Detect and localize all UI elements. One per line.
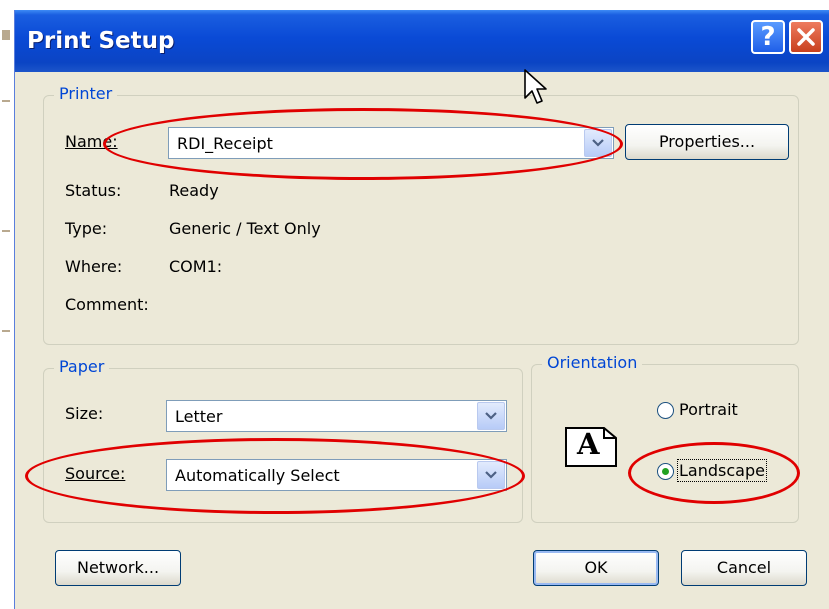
paper-size-dropdown-button[interactable] (477, 402, 505, 430)
dropdown-arrow-icon (592, 139, 604, 147)
source-label: Source: (65, 464, 126, 483)
status-label: Status: (65, 181, 122, 200)
close-icon (797, 28, 815, 46)
where-label: Where: (65, 257, 123, 276)
print-setup-dialog: Print Setup ? Printer Name: RDI_Receipt … (14, 10, 829, 609)
paper-size-value: Letter (175, 407, 223, 426)
paper-source-dropdown-button[interactable] (477, 461, 505, 489)
comment-label: Comment: (65, 295, 149, 314)
cancel-button[interactable]: Cancel (681, 550, 807, 586)
portrait-radio[interactable] (657, 402, 674, 419)
paper-source-select[interactable]: Automatically Select (166, 459, 507, 491)
printer-name-dropdown-button[interactable] (584, 129, 612, 157)
where-value: COM1: (169, 257, 223, 276)
name-label: Name: (65, 132, 118, 151)
network-button[interactable]: Network... (55, 550, 181, 586)
title-bar[interactable]: Print Setup ? (15, 10, 829, 72)
orientation-preview-letter: A (577, 427, 600, 461)
background-mark (2, 230, 10, 232)
background-mark (2, 330, 10, 332)
mouse-cursor-icon (524, 69, 547, 104)
printer-name-value: RDI_Receipt (177, 134, 273, 153)
printer-group-title: Printer (54, 84, 118, 103)
background-mark (2, 30, 10, 40)
properties-button[interactable]: Properties... (625, 124, 789, 160)
paper-group: Paper (43, 357, 523, 523)
background-mark (2, 100, 10, 102)
type-value: Generic / Text Only (169, 219, 321, 238)
dropdown-arrow-icon (485, 471, 497, 479)
paper-source-value: Automatically Select (175, 466, 340, 485)
portrait-label[interactable]: Portrait (679, 400, 738, 419)
close-button[interactable] (789, 20, 823, 54)
help-button[interactable]: ? (751, 20, 785, 54)
help-icon: ? (760, 22, 776, 52)
landscape-radio[interactable] (657, 463, 674, 480)
landscape-label[interactable]: Landscape (677, 459, 767, 482)
orientation-group-title: Orientation (542, 353, 643, 372)
status-value: Ready (169, 181, 219, 200)
dialog-title: Print Setup (27, 28, 175, 54)
dropdown-arrow-icon (485, 412, 497, 420)
size-label: Size: (65, 404, 104, 423)
ok-button[interactable]: OK (533, 550, 659, 586)
landscape-radio-selected-dot (662, 468, 669, 475)
paper-group-title: Paper (54, 357, 110, 376)
paper-size-select[interactable]: Letter (166, 400, 507, 432)
type-label: Type: (65, 219, 108, 238)
printer-name-select[interactable]: RDI_Receipt (168, 127, 614, 159)
